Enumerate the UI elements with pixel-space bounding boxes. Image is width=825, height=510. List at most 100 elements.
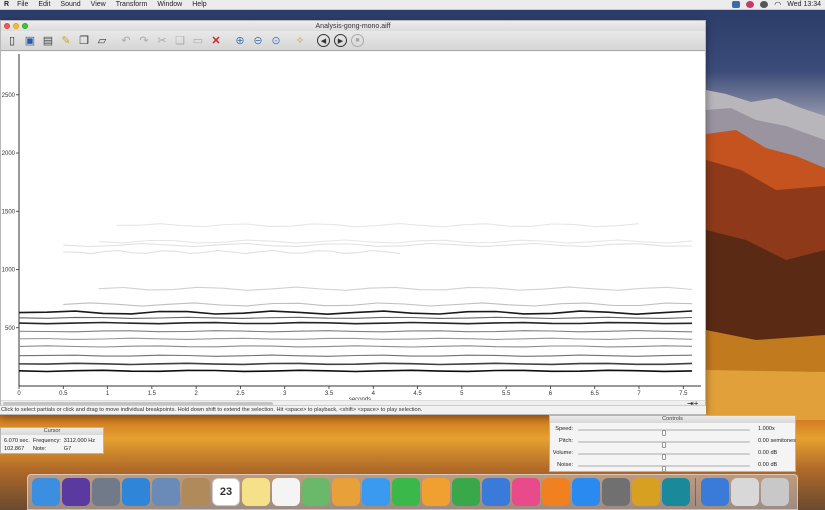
x-tick-label: 6.5 <box>591 391 600 397</box>
volume-slider-knob[interactable] <box>662 454 666 460</box>
speed-slider-knob[interactable] <box>662 430 666 436</box>
app-store-icon[interactable] <box>572 478 600 506</box>
finder-icon[interactable] <box>32 478 60 506</box>
partial-line <box>18 369 693 373</box>
save-button[interactable]: ▣ <box>22 33 38 49</box>
messages-icon[interactable] <box>362 478 390 506</box>
volume-slider[interactable] <box>578 453 750 460</box>
trash-icon[interactable] <box>761 478 789 506</box>
mail-icon[interactable] <box>152 478 180 506</box>
noise-control: Noise: 0.00 dB <box>550 461 795 472</box>
x-tick-label: 5.5 <box>502 391 511 397</box>
pages-icon[interactable] <box>422 478 450 506</box>
cut-button[interactable]: ✂ <box>154 33 170 49</box>
speed-slider[interactable] <box>578 429 750 436</box>
speed-label: Speed: <box>555 426 573 432</box>
pitch-slider[interactable] <box>578 441 750 448</box>
noise-slider[interactable] <box>578 465 750 472</box>
volume-control: Volume: 0.00 dB <box>550 449 795 460</box>
ibooks-icon[interactable] <box>542 478 570 506</box>
partial-line <box>116 223 640 228</box>
copy-icon: ❐ <box>79 35 89 47</box>
user-icon[interactable] <box>760 1 769 8</box>
notes-icon[interactable] <box>242 478 270 506</box>
partials-plot[interactable]: 500 1000 1500 2000 2500 0 0.5 1 1.5 2 2.5 3 3.5 4 4.5 5… <box>1 52 705 400</box>
keynote-icon[interactable] <box>482 478 510 506</box>
menu-window[interactable]: Window <box>157 1 182 8</box>
rewind-button[interactable]: ◀ <box>317 34 330 47</box>
safari-icon[interactable] <box>122 478 150 506</box>
menu-view[interactable]: View <box>91 1 106 8</box>
contacts-icon[interactable] <box>182 478 210 506</box>
wand-button[interactable]: ✧ <box>292 33 308 49</box>
copy-button[interactable]: ❐ <box>76 33 92 49</box>
undo-button[interactable]: ↶ <box>118 33 134 49</box>
photos-icon[interactable] <box>332 478 360 506</box>
menu-transform[interactable]: Transform <box>116 1 148 8</box>
maps-icon[interactable] <box>302 478 330 506</box>
dock: 23 <box>27 474 798 510</box>
edit-button[interactable]: ✎ <box>58 33 74 49</box>
status-app-icon[interactable] <box>732 1 741 8</box>
minimize-window-button[interactable] <box>13 23 19 29</box>
copy-selection-button[interactable]: ❏ <box>172 33 188 49</box>
new-document-button[interactable]: ▯ <box>4 33 20 49</box>
partials-chart[interactable]: 500 1000 1500 2000 2500 0 0.5 1 1.5 2 2.5 3 3.5 4 4.5 5… <box>1 52 705 400</box>
app-menu[interactable]: R <box>4 1 9 8</box>
y-tick-label: 2500 <box>2 93 16 99</box>
window-titlebar[interactable]: Analysis-gong-mono.aiff <box>1 21 705 31</box>
play-button[interactable]: ▶ <box>334 34 347 47</box>
siri-icon[interactable] <box>62 478 90 506</box>
menu-edit[interactable]: Edit <box>38 1 50 8</box>
volume-value: 0.00 dB <box>758 450 778 456</box>
paste-button[interactable]: ▭ <box>190 33 206 49</box>
x-tick-label: 2 <box>194 391 198 397</box>
pitch-slider-knob[interactable] <box>662 442 666 448</box>
clock[interactable]: Wed 13:34 <box>787 1 821 8</box>
creative-cloud-icon[interactable] <box>746 1 755 8</box>
x-tick-label: 0.5 <box>59 391 68 397</box>
edit-icon: ✎ <box>61 35 71 47</box>
spear-app-icon[interactable] <box>632 478 660 506</box>
zoom-in-button[interactable]: ⊕ <box>232 33 248 49</box>
numbers-icon[interactable] <box>452 478 480 506</box>
music-folder-icon[interactable] <box>731 478 759 506</box>
partial-line <box>63 242 693 248</box>
menu-file[interactable]: File <box>17 1 28 8</box>
reminders-icon[interactable] <box>272 478 300 506</box>
x-tick-label: 1 <box>106 391 110 397</box>
x-tick-label: 6 <box>549 391 553 397</box>
menu-help[interactable]: Help <box>192 1 206 8</box>
document-button[interactable]: ▱ <box>94 33 110 49</box>
x-tick-label: 7.5 <box>679 391 688 397</box>
dock-separator <box>695 478 696 506</box>
redo-button[interactable]: ↷ <box>136 33 152 49</box>
network-icon[interactable] <box>701 478 729 506</box>
note-label: Note: <box>32 445 47 452</box>
close-window-button[interactable] <box>4 23 10 29</box>
save-as-button[interactable]: ▤ <box>40 33 56 49</box>
noise-slider-knob[interactable] <box>662 466 666 472</box>
partial-line <box>18 362 693 366</box>
partial-line <box>98 239 693 244</box>
zoom-out-button[interactable]: ⊖ <box>250 33 266 49</box>
partial-line <box>18 330 693 333</box>
stop-button[interactable]: ■ <box>351 34 364 47</box>
cursor-time: 6.070 sec. <box>4 437 30 444</box>
wifi-icon[interactable]: ◠ <box>774 0 781 9</box>
window-controls <box>4 23 28 29</box>
zoom-window-button[interactable] <box>22 23 28 29</box>
menu-sound[interactable]: Sound <box>60 1 80 8</box>
play-icon: ▶ <box>337 37 344 45</box>
launchpad-icon[interactable] <box>92 478 120 506</box>
zoom-fit-button[interactable]: ⊙ <box>268 33 284 49</box>
edge-app-icon[interactable] <box>662 478 690 506</box>
document-icon: ▱ <box>97 35 107 47</box>
x-tick-label: 7 <box>637 391 641 397</box>
facetime-icon[interactable] <box>392 478 420 506</box>
itunes-icon[interactable] <box>512 478 540 506</box>
delete-button[interactable]: ✕ <box>208 33 224 49</box>
system-preferences-icon[interactable] <box>602 478 630 506</box>
calendar-icon[interactable]: 23 <box>212 478 240 506</box>
undo-icon: ↶ <box>121 35 131 47</box>
